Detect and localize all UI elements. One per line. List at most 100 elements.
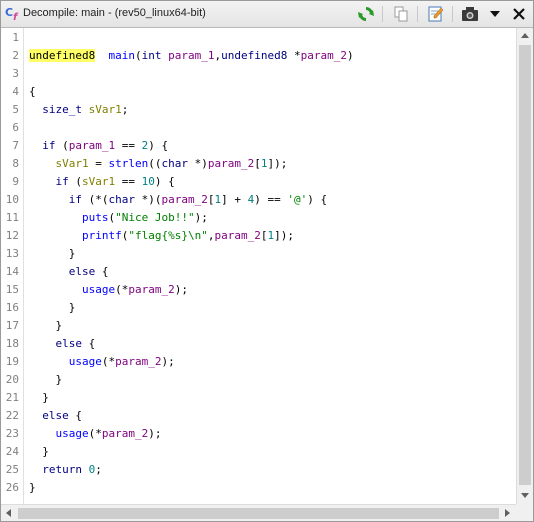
vertical-scrollbar[interactable] — [516, 28, 533, 504]
code-token[interactable]: return — [42, 463, 82, 476]
code-token[interactable]: param_2 — [102, 427, 148, 440]
vertical-scroll-thumb[interactable] — [519, 45, 531, 485]
horizontal-scroll-thumb[interactable] — [18, 508, 499, 519]
code-token[interactable]: else — [42, 409, 69, 422]
code-token[interactable]: else — [69, 265, 96, 278]
code-token[interactable] — [29, 103, 42, 116]
code-token[interactable] — [29, 427, 56, 440]
scroll-left-arrow-icon[interactable] — [6, 509, 11, 517]
code-token[interactable] — [29, 265, 69, 278]
code-token[interactable]: == — [115, 175, 142, 188]
code-token[interactable] — [29, 463, 42, 476]
code-token[interactable] — [82, 463, 89, 476]
edit-icon[interactable] — [426, 4, 446, 24]
code-token[interactable]: (*( — [82, 193, 109, 206]
code-token[interactable]: ) { — [307, 193, 327, 206]
code-token[interactable]: "Nice Job!!" — [115, 211, 194, 224]
close-icon[interactable] — [509, 4, 529, 24]
snapshot-icon[interactable] — [460, 4, 480, 24]
code-token[interactable]: param_1 — [69, 139, 115, 152]
code-line[interactable]: printf("flag{%s}\n",param_2[1]); — [29, 229, 294, 243]
scroll-up-arrow-icon[interactable] — [521, 33, 529, 38]
decompiled-code-view[interactable]: 1 2 3 4 5 6 7 8 9 10 11 12 13 14 15 16 17 18 19 20 21 22 23 24 2… — [1, 28, 516, 504]
code-token[interactable]: usage — [69, 355, 102, 368]
code-token[interactable]: } — [29, 247, 76, 260]
code-token[interactable]: char — [162, 157, 189, 170]
code-token[interactable] — [29, 139, 42, 152]
code-token[interactable] — [29, 409, 42, 422]
code-line[interactable]: } — [29, 247, 76, 261]
code-line[interactable]: puts("Nice Job!!"); — [29, 211, 208, 225]
code-token[interactable]: size_t — [42, 103, 82, 116]
code-token[interactable]: ) { — [155, 175, 175, 188]
code-token[interactable]: char — [109, 193, 136, 206]
code-token[interactable]: * — [287, 49, 301, 62]
code-token[interactable]: (* — [102, 355, 115, 368]
code-token[interactable]: (* — [89, 427, 102, 440]
code-token[interactable]: else — [56, 337, 83, 350]
code-line[interactable]: else { — [29, 409, 82, 423]
code-token[interactable]: param_2 — [301, 49, 347, 62]
code-line[interactable]: } — [29, 481, 36, 495]
code-line[interactable]: return 0; — [29, 463, 102, 477]
code-line[interactable]: if (param_1 == 2) { — [29, 139, 168, 153]
code-token[interactable]: param_2 — [162, 193, 208, 206]
code-token[interactable]: } — [29, 319, 62, 332]
code-token[interactable]: ); — [175, 283, 188, 296]
menu-dropdown-icon[interactable] — [485, 4, 505, 24]
code-token[interactable]: '@' — [287, 193, 307, 206]
code-token[interactable] — [29, 283, 82, 296]
code-token[interactable]: { — [95, 265, 109, 278]
code-line[interactable]: else { — [29, 265, 109, 279]
code-token[interactable]: { — [69, 409, 82, 422]
code-token[interactable]: param_2 — [214, 229, 260, 242]
code-line[interactable]: if (sVar1 == 10) { — [29, 175, 175, 189]
code-token[interactable] — [29, 229, 82, 242]
code-token[interactable] — [29, 193, 69, 206]
code-token[interactable]: { — [82, 337, 96, 350]
code-token[interactable]: ] + — [221, 193, 248, 206]
code-token[interactable]: int — [142, 49, 162, 62]
code-token[interactable]: main — [108, 49, 135, 62]
code-line[interactable]: } — [29, 445, 49, 459]
scroll-down-arrow-icon[interactable] — [521, 493, 529, 498]
code-token[interactable]: } — [29, 391, 49, 404]
code-token[interactable]: param_2 — [128, 283, 174, 296]
code-token[interactable]: ) — [347, 49, 354, 62]
code-line[interactable]: } — [29, 301, 76, 315]
code-token[interactable]: *)( — [135, 193, 162, 206]
code-token[interactable]: usage — [56, 427, 89, 440]
code-token[interactable]: param_2 — [208, 157, 254, 170]
code-token[interactable]: 10 — [142, 175, 155, 188]
code-token[interactable]: undefined8 — [221, 49, 287, 62]
code-token[interactable]: if — [42, 139, 55, 152]
code-token[interactable]: { — [29, 85, 36, 98]
code-token[interactable]: ); — [195, 211, 208, 224]
code-line[interactable]: sVar1 = strlen((char *)param_2[1]); — [29, 157, 288, 171]
code-token[interactable]: sVar1 — [82, 175, 115, 188]
code-token[interactable]: "flag{%s}\n" — [128, 229, 207, 242]
code-line[interactable]: usage(*param_2); — [29, 355, 175, 369]
code-token[interactable]: = — [89, 157, 109, 170]
scroll-right-arrow-icon[interactable] — [505, 509, 510, 517]
code-token[interactable]: ]); — [267, 157, 287, 170]
code-token[interactable]: } — [29, 445, 49, 458]
code-token[interactable]: ) == — [254, 193, 287, 206]
code-line[interactable]: { — [29, 85, 36, 99]
code-token[interactable]: *) — [188, 157, 208, 170]
code-line[interactable]: usage(*param_2); — [29, 427, 162, 441]
code-token[interactable]: } — [29, 373, 62, 386]
code-token[interactable]: ; — [95, 463, 102, 476]
code-token[interactable]: if — [56, 175, 69, 188]
code-token[interactable]: ( — [135, 49, 142, 62]
code-token[interactable] — [82, 103, 89, 116]
code-token[interactable] — [95, 49, 108, 62]
code-token[interactable]: (( — [148, 157, 161, 170]
refresh-icon[interactable] — [356, 4, 376, 24]
code-token[interactable]: ); — [161, 355, 174, 368]
code-token[interactable]: } — [29, 481, 36, 494]
code-line[interactable]: size_t sVar1; — [29, 103, 128, 117]
code-token[interactable]: ]); — [274, 229, 294, 242]
horizontal-scrollbar[interactable] — [1, 504, 516, 521]
code-token[interactable] — [29, 355, 69, 368]
